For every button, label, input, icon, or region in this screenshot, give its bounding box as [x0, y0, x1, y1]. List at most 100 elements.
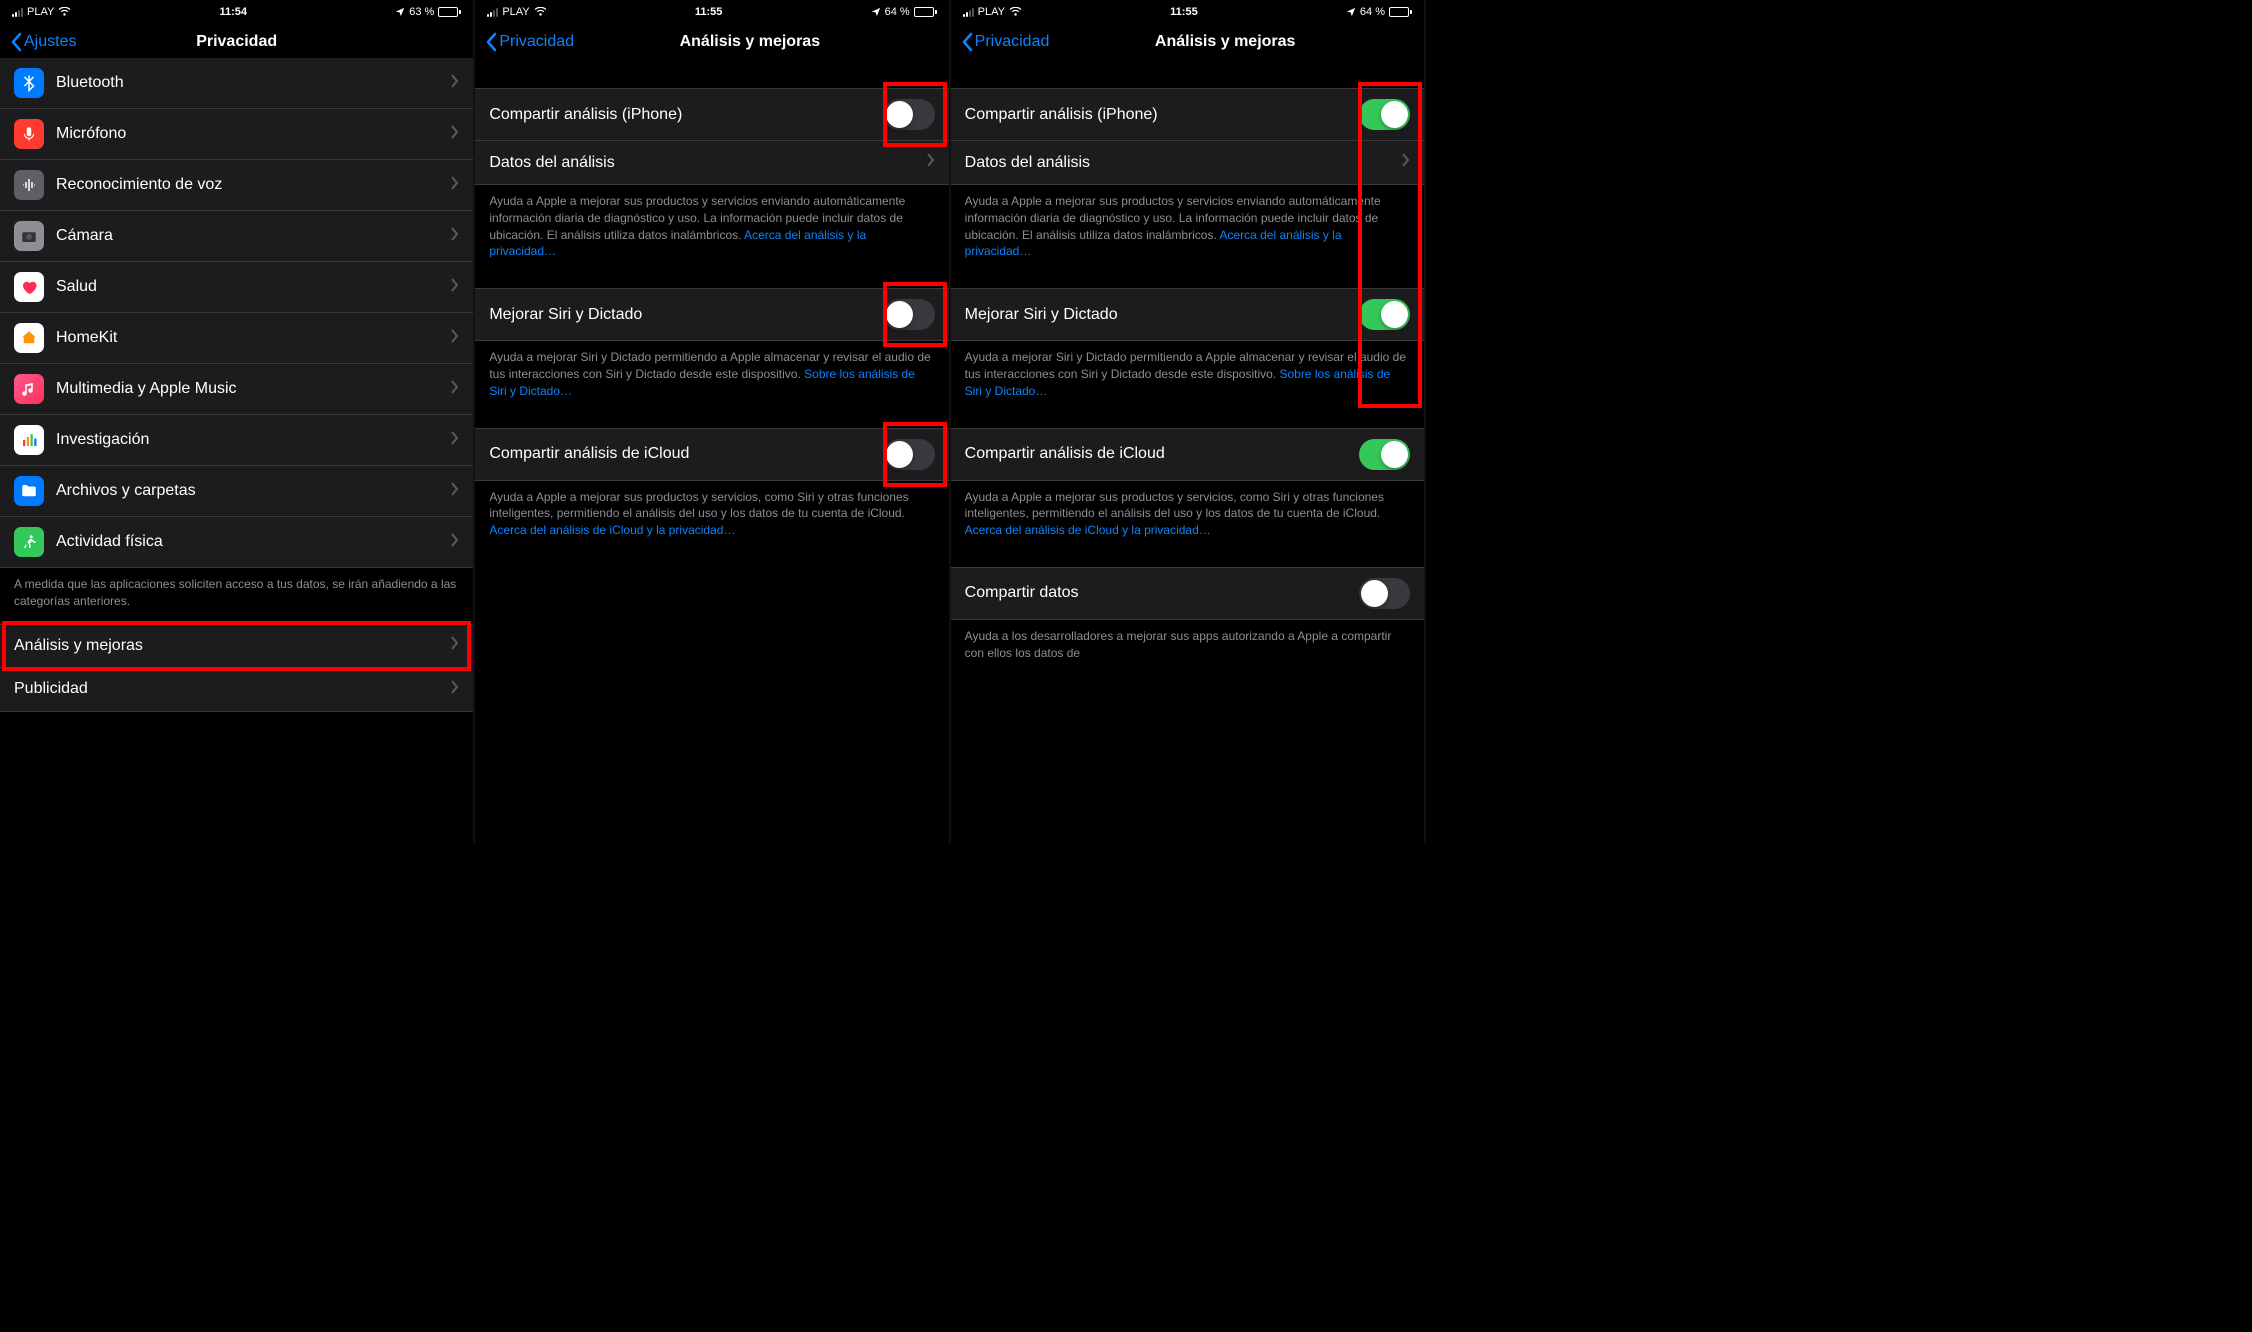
list-item-label: Multimedia y Apple Music: [56, 380, 445, 398]
chevron-right-icon: [451, 680, 459, 699]
chevron-right-icon: [451, 482, 459, 501]
folder-icon: [14, 476, 44, 506]
list-item-ads[interactable]: Publicidad: [0, 668, 473, 712]
list-item-label: Publicidad: [14, 680, 445, 698]
row-share-iphone-analytics[interactable]: Compartir análisis (iPhone): [951, 88, 1424, 141]
back-label: Privacidad: [499, 33, 574, 51]
chevron-left-icon: [10, 32, 22, 52]
row-share-data[interactable]: Compartir datos: [951, 567, 1424, 620]
toggle-improve-siri[interactable]: [884, 299, 935, 330]
list-item-label: Salud: [56, 278, 445, 296]
battery-icon: [438, 7, 461, 17]
bluetooth-icon: [14, 68, 44, 98]
list-item-label: Archivos y carpetas: [56, 482, 445, 500]
footer-text: Ayuda a los desarrolladores a mejorar su…: [951, 620, 1424, 676]
row-share-icloud[interactable]: Compartir análisis de iCloud: [951, 428, 1424, 481]
chevron-right-icon: [1402, 153, 1410, 172]
row-analytics-data[interactable]: Datos del análisis: [475, 141, 948, 185]
row-analytics-data[interactable]: Datos del análisis: [951, 141, 1424, 185]
home-icon: [14, 323, 44, 353]
chevron-right-icon: [451, 176, 459, 195]
row-label: Compartir análisis de iCloud: [965, 445, 1359, 463]
list-item-bluetooth[interactable]: Bluetooth: [0, 58, 473, 109]
run-icon: [14, 527, 44, 557]
row-label: Compartir análisis (iPhone): [965, 106, 1359, 124]
back-button[interactable]: Privacidad: [961, 32, 1050, 52]
list-item-label: Actividad física: [56, 533, 445, 551]
list-item-files[interactable]: Archivos y carpetas: [0, 466, 473, 517]
bars-icon: [14, 425, 44, 455]
list-item-homekit[interactable]: HomeKit: [0, 313, 473, 364]
list-item-music[interactable]: Multimedia y Apple Music: [0, 364, 473, 415]
list-item-label: Micrófono: [56, 125, 445, 143]
status-bar: PLAY 11:54 63 %: [0, 0, 473, 22]
chevron-right-icon: [451, 227, 459, 246]
battery-icon: [1389, 7, 1412, 17]
music-icon: [14, 374, 44, 404]
toggle-share-iphone[interactable]: [884, 99, 935, 130]
row-label: Mejorar Siri y Dictado: [489, 306, 883, 324]
carrier-label: PLAY: [27, 6, 54, 18]
row-improve-siri[interactable]: Mejorar Siri y Dictado: [475, 288, 948, 341]
back-button[interactable]: Ajustes: [10, 32, 76, 52]
toggle-share-icloud[interactable]: [884, 439, 935, 470]
footer-text: Ayuda a Apple a mejorar sus productos y …: [475, 481, 948, 553]
nav-bar: Privacidad Análisis y mejoras: [951, 22, 1424, 64]
footer-text: A medida que las aplicaciones soliciten …: [0, 568, 473, 624]
wifi-icon: [534, 7, 547, 17]
list-item-mic[interactable]: Micrófono: [0, 109, 473, 160]
row-share-icloud[interactable]: Compartir análisis de iCloud: [475, 428, 948, 481]
toggle-share-iphone[interactable]: [1359, 99, 1410, 130]
list-item-label: Investigación: [56, 431, 445, 449]
toggle-improve-siri[interactable]: [1359, 299, 1410, 330]
toggle-share-icloud[interactable]: [1359, 439, 1410, 470]
row-share-iphone-analytics[interactable]: Compartir análisis (iPhone): [475, 88, 948, 141]
privacy-list: Bluetooth Micrófono Reconocimiento de vo…: [0, 58, 473, 712]
camera-icon: [14, 221, 44, 251]
chevron-right-icon: [451, 380, 459, 399]
list-item-speech[interactable]: Reconocimiento de voz: [0, 160, 473, 211]
chevron-right-icon: [451, 329, 459, 348]
page-title: Privacidad: [196, 33, 277, 51]
battery-percent: 63 %: [409, 6, 434, 18]
page-title: Análisis y mejoras: [680, 33, 821, 51]
footer-text: Ayuda a mejorar Siri y Dictado permitien…: [951, 341, 1424, 413]
row-label: Mejorar Siri y Dictado: [965, 306, 1359, 324]
toggle-share-data[interactable]: [1359, 578, 1410, 609]
list-item-health[interactable]: Salud: [0, 262, 473, 313]
list-item-camera[interactable]: Cámara: [0, 211, 473, 262]
wifi-icon: [1009, 7, 1022, 17]
phone-screen-2: PLAY 11:55 64 % Privacidad Análisis y me…: [475, 0, 950, 843]
chevron-left-icon: [961, 32, 973, 52]
chevron-left-icon: [485, 32, 497, 52]
icloud-link[interactable]: Acerca del análisis de iCloud y la priva…: [965, 523, 1211, 537]
back-button[interactable]: Privacidad: [485, 32, 574, 52]
list-item-analysis[interactable]: Análisis y mejoras: [0, 624, 473, 668]
icloud-link[interactable]: Acerca del análisis de iCloud y la priva…: [489, 523, 735, 537]
location-icon: [871, 7, 881, 17]
list-item-activity[interactable]: Actividad física: [0, 517, 473, 568]
chevron-right-icon: [927, 153, 935, 172]
row-label: Datos del análisis: [965, 154, 1396, 172]
phone-screen-1: PLAY 11:54 63 % Ajustes Privacidad Bluet…: [0, 0, 475, 843]
list-item-research[interactable]: Investigación: [0, 415, 473, 466]
chevron-right-icon: [451, 125, 459, 144]
row-improve-siri[interactable]: Mejorar Siri y Dictado: [951, 288, 1424, 341]
signal-icon: [487, 7, 498, 17]
signal-icon: [963, 7, 974, 17]
row-label: Datos del análisis: [489, 154, 920, 172]
list-item-label: Análisis y mejoras: [14, 637, 445, 655]
clock: 11:55: [1170, 6, 1198, 18]
chevron-right-icon: [451, 533, 459, 552]
status-bar: PLAY 11:55 64 %: [951, 0, 1424, 22]
row-label: Compartir análisis (iPhone): [489, 106, 883, 124]
status-bar: PLAY 11:55 64 %: [475, 0, 948, 22]
location-icon: [395, 7, 405, 17]
clock: 11:55: [695, 6, 723, 18]
carrier-label: PLAY: [502, 6, 529, 18]
chevron-right-icon: [451, 636, 459, 655]
wave-icon: [14, 170, 44, 200]
heart-icon: [14, 272, 44, 302]
location-icon: [1346, 7, 1356, 17]
list-item-label: HomeKit: [56, 329, 445, 347]
